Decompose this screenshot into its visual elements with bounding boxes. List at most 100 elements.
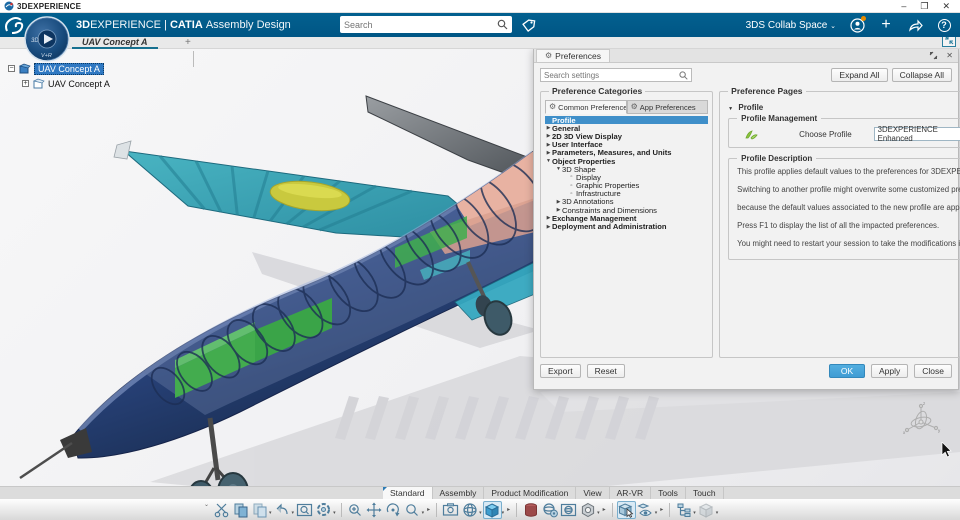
shaded-cube-dropdown[interactable]: ▾ (502, 510, 505, 516)
database-icon[interactable] (521, 501, 540, 519)
copy-icon[interactable] (231, 501, 250, 519)
zoom-dropdown[interactable]: ▾ (422, 510, 425, 516)
app-title: 3DEXPERIENCE | CATIA Assembly Design (76, 19, 291, 31)
undo-icon[interactable] (273, 501, 292, 519)
search-icon[interactable] (497, 19, 508, 30)
select-cube-icon[interactable] (616, 500, 636, 519)
category-deployment-and-administration[interactable]: ▶ Deployment and Administration (545, 222, 708, 231)
nut-dropdown[interactable]: ▾ (597, 510, 600, 516)
group-expander[interactable]: ▸ (660, 506, 663, 513)
profile-section-header[interactable]: ▼ Profile (728, 103, 960, 112)
twisty-icon[interactable]: ▶ (545, 150, 552, 156)
settings-search[interactable] (540, 68, 692, 82)
tab-app-preferences[interactable]: ⚙ App Preferences (626, 100, 709, 114)
category-graphic-properties[interactable]: ▫ Graphic Properties (545, 181, 708, 190)
profile-dropdown[interactable]: 3DEXPERIENCE Enhanced ▼ (873, 125, 960, 143)
twisty-icon[interactable]: ▶ (555, 207, 562, 213)
tree-node-label[interactable]: UAV Concept A (48, 79, 110, 89)
twisty-icon[interactable]: ▶ (545, 125, 552, 131)
expand-all-button[interactable]: Expand All (831, 68, 888, 82)
categories-tree: Profile ▶ General ▶ 2D 3D View Display ▶ User … (545, 116, 709, 231)
collab-space-selector[interactable]: 3DS Collab Space ⌄ (746, 20, 836, 31)
twisty-icon[interactable]: ▶ (545, 215, 552, 221)
iso-view-icon[interactable] (460, 501, 479, 519)
tree-structure-dropdown[interactable]: ▾ (693, 510, 696, 516)
search-input[interactable] (344, 19, 497, 30)
dialog-close-button[interactable]: ✕ (946, 51, 953, 60)
zoom-area-icon[interactable] (295, 501, 314, 519)
toolbar-tab-standard[interactable]: Standard (383, 487, 433, 499)
session-globe-icon[interactable] (540, 501, 559, 519)
tree-node-root[interactable]: − UAV Concept A (8, 61, 110, 76)
collapse-all-button[interactable]: Collapse All (891, 68, 952, 82)
expand-icon[interactable]: + (22, 80, 29, 87)
tab-uav-concept-a[interactable]: UAV Concept A (72, 37, 158, 49)
toolbar-tab-touch[interactable]: Touch (685, 487, 724, 499)
paste-dropdown[interactable]: ▾ (269, 510, 272, 516)
export-button[interactable]: Export (540, 364, 581, 378)
category-3d-shape[interactable]: ▼ 3D Shape (545, 165, 708, 174)
tree-node-label[interactable]: UAV Concept A (34, 62, 104, 75)
close-button[interactable]: Close (914, 364, 952, 378)
twisty-icon[interactable]: ▶ (545, 142, 552, 148)
tag-icon[interactable] (521, 18, 536, 33)
group-expander[interactable]: ▸ (507, 506, 510, 513)
update-icon[interactable] (314, 501, 333, 519)
apply-button[interactable]: Apply (871, 364, 909, 378)
shaded-cube-icon[interactable] (482, 500, 502, 519)
cut-icon[interactable] (212, 501, 231, 519)
help-button[interactable]: ? (936, 17, 952, 33)
paste-icon[interactable] (250, 501, 269, 519)
pan-icon[interactable] (365, 501, 384, 519)
update-dropdown[interactable]: ▾ (333, 510, 336, 516)
close-button[interactable]: ✕ (942, 0, 950, 13)
preferences-tab[interactable]: ⚙ Preferences (536, 49, 611, 62)
section-expanded-icon[interactable]: ▼ (728, 106, 733, 112)
reset-button[interactable]: Reset (586, 364, 625, 378)
hide-show-icon[interactable] (636, 501, 655, 519)
capture-icon[interactable] (441, 501, 460, 519)
collapse-icon[interactable]: − (8, 65, 15, 72)
group-expander[interactable]: ▸ (427, 506, 430, 513)
add-button[interactable]: + (878, 17, 894, 33)
twisty-icon[interactable]: ▼ (555, 166, 562, 172)
twisty-icon[interactable]: ▶ (545, 224, 552, 230)
group-expander[interactable]: ▸ (603, 506, 606, 513)
toolbar-tab-assembly[interactable]: Assembly (432, 487, 485, 499)
ok-button[interactable]: OK (829, 364, 865, 378)
dialog-restore-icon[interactable] (929, 51, 938, 60)
twisty-icon[interactable]: ▼ (545, 158, 552, 164)
settings-search-input[interactable] (544, 70, 679, 80)
toolbar-tab-tools[interactable]: Tools (651, 487, 686, 499)
zoom-icon[interactable] (403, 501, 422, 519)
toolbar-tab-view[interactable]: View (576, 487, 610, 499)
rotate-icon[interactable] (384, 501, 403, 519)
share-button[interactable] (907, 17, 923, 33)
iso-view-dropdown[interactable]: ▾ (479, 510, 482, 516)
robot-compass[interactable]: z x y (900, 400, 942, 438)
ghost-cube-icon[interactable] (697, 501, 716, 519)
3dexperience-compass[interactable]: 3D V+R (24, 16, 70, 62)
maximize-button[interactable]: ❐ (920, 0, 928, 13)
window-title: 3DEXPERIENCE (17, 1, 82, 11)
ghost-cube-dropdown[interactable]: ▾ (716, 510, 719, 516)
user-menu-button[interactable] (849, 16, 866, 33)
nut-icon[interactable] (578, 501, 597, 519)
zoom-in-icon[interactable] (346, 501, 365, 519)
new-tab-button[interactable]: + (185, 37, 191, 48)
toolbar-tab-ar-vr[interactable]: AR-VR (609, 487, 652, 499)
tab-common-preferences[interactable]: ⚙ Common Preferences (545, 100, 627, 114)
toolbar-tab-product-modification[interactable]: Product Modification (484, 487, 577, 499)
twisty-icon[interactable]: ▶ (555, 199, 562, 205)
twisty-icon[interactable]: ▶ (545, 133, 552, 139)
tree-structure-icon[interactable] (674, 501, 693, 519)
global-search[interactable] (340, 16, 512, 33)
minimize-button[interactable]: – (901, 0, 906, 13)
description-line: This profile applies default values to t… (737, 167, 960, 176)
hide-show-dropdown[interactable]: ▾ (655, 510, 658, 516)
panel-divider[interactable] (193, 51, 194, 67)
tree-node-child[interactable]: + UAV Concept A (22, 76, 110, 91)
undo-dropdown[interactable]: ▾ (292, 510, 295, 516)
overflow-chevron[interactable]: ⌄ (204, 499, 209, 508)
globe-box-icon[interactable] (559, 501, 578, 519)
